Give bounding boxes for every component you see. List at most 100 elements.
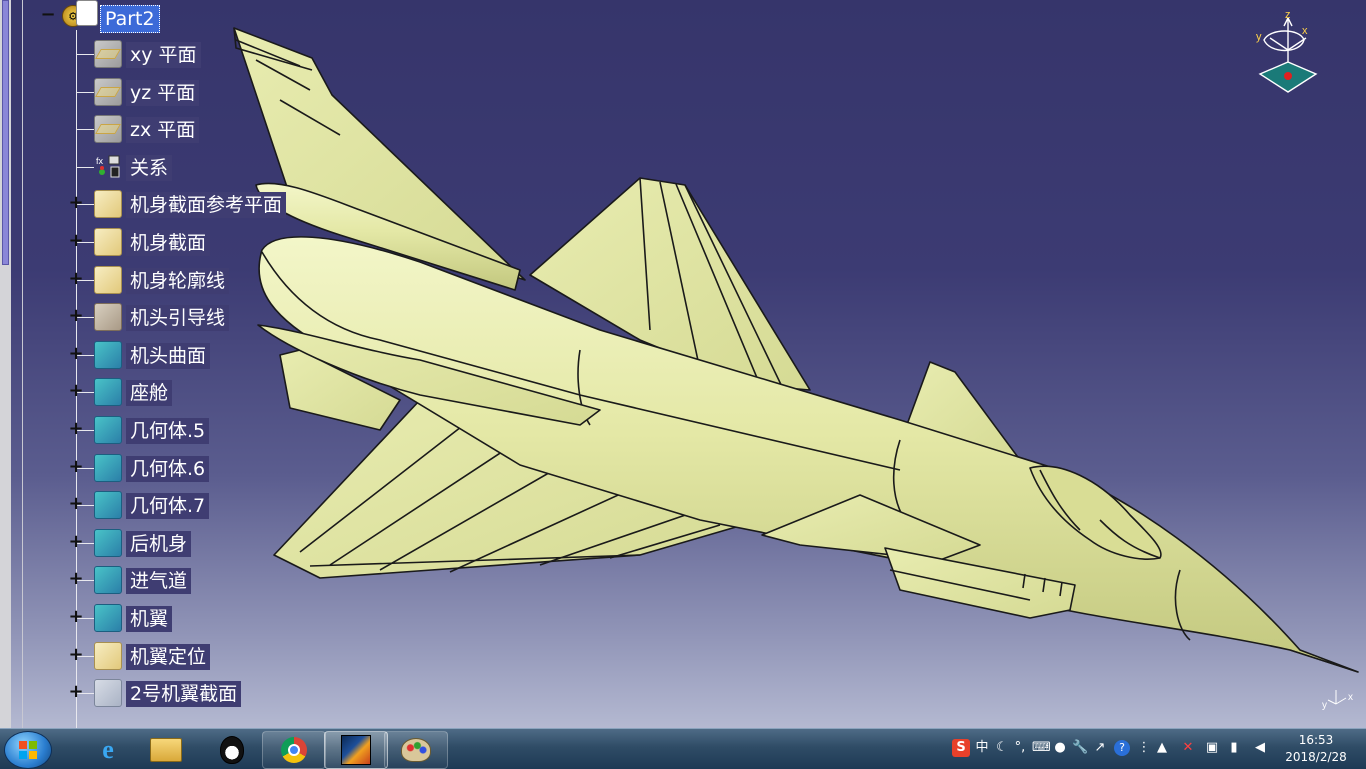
- clock-date: 2018/2/28: [1285, 750, 1347, 764]
- user-icon[interactable]: ●: [1052, 739, 1068, 757]
- tree-item-label[interactable]: 几何体.7: [126, 493, 210, 519]
- paint-icon[interactable]: [384, 731, 448, 769]
- tree-item-label[interactable]: 机翼定位: [126, 644, 211, 670]
- expand-icon[interactable]: +: [68, 232, 84, 250]
- tree-item-label[interactable]: 机身截面参考平面: [126, 192, 287, 218]
- tree-item[interactable]: + 机头引导线: [0, 303, 320, 333]
- tree-item-label[interactable]: 机头引导线: [126, 305, 230, 331]
- ie-icon[interactable]: e: [76, 731, 140, 769]
- tree-item[interactable]: + 机身截面参考平面: [0, 190, 320, 220]
- expand-icon[interactable]: +: [68, 345, 84, 363]
- windows-logo-icon: [19, 741, 37, 759]
- svg-text:fx: fx: [96, 156, 104, 166]
- show-hidden-icons[interactable]: ▲: [1154, 739, 1170, 757]
- axis-triad-mini: x y: [1322, 690, 1353, 711]
- expand-icon[interactable]: +: [68, 495, 84, 513]
- network-error-icon[interactable]: ✕: [1180, 739, 1196, 757]
- sogou-ime-icon[interactable]: S: [952, 739, 970, 757]
- tree-item[interactable]: + 机身轮廓线: [0, 266, 320, 296]
- signal-icon[interactable]: ▮: [1226, 739, 1242, 757]
- share-icon[interactable]: ↗: [1092, 739, 1108, 757]
- tree-connector: [76, 54, 94, 55]
- tree-root[interactable]: − ⚙ Part2: [0, 0, 200, 33]
- plane-icon: [94, 115, 122, 143]
- tree-item[interactable]: + 进气道: [0, 566, 320, 596]
- dropdown-icon[interactable]: ⋮: [1136, 739, 1152, 757]
- keyboard-icon[interactable]: ⌨: [1032, 739, 1051, 757]
- explorer-icon[interactable]: [134, 731, 198, 769]
- tree-item[interactable]: + 机头曲面: [0, 341, 320, 371]
- start-button[interactable]: [4, 731, 52, 769]
- tree-connector: [76, 167, 94, 168]
- compass-x-label: x: [1302, 25, 1308, 37]
- plane-icon: [94, 78, 122, 106]
- tree-connector: [76, 129, 94, 130]
- tree-item[interactable]: + 几何体.7: [0, 491, 320, 521]
- tree-item-label[interactable]: 后机身: [126, 531, 192, 557]
- expand-icon[interactable]: +: [68, 194, 84, 212]
- relations-icon: fx: [94, 153, 122, 181]
- tree-item[interactable]: + 几何体.6: [0, 454, 320, 484]
- usb-icon[interactable]: ▣: [1204, 739, 1220, 757]
- tree-item-label[interactable]: 座舱: [126, 380, 173, 406]
- body-icon: [94, 378, 122, 406]
- tree-item-label[interactable]: zx 平面: [126, 117, 200, 143]
- tree-root-label[interactable]: Part2: [100, 5, 160, 33]
- volume-icon[interactable]: ◀: [1252, 739, 1268, 757]
- chrome-icon[interactable]: [262, 731, 326, 769]
- compass-z-label: z: [1285, 10, 1291, 21]
- body-icon: [94, 491, 122, 519]
- tree-item-label[interactable]: 关系: [126, 155, 173, 181]
- expand-icon[interactable]: +: [68, 570, 84, 588]
- expand-icon[interactable]: +: [68, 270, 84, 288]
- tree-item-label[interactable]: 机翼: [126, 606, 173, 632]
- mini-axis-x: x: [1348, 692, 1353, 703]
- tree-item-label[interactable]: 进气道: [126, 568, 192, 594]
- expand-icon[interactable]: +: [68, 683, 84, 701]
- wrench-icon[interactable]: 🔧: [1072, 739, 1088, 757]
- geometrical-set-icon: [94, 266, 122, 294]
- catia-icon[interactable]: [324, 731, 388, 769]
- specification-tree: − ⚙ Part2 xy 平面 yz 平面 zx 平面 fx 关系 + 机身截面参考平面 + 机…: [0, 0, 320, 728]
- expand-icon[interactable]: +: [68, 646, 84, 664]
- tree-item-label[interactable]: 机身轮廓线: [126, 268, 230, 294]
- collapse-icon[interactable]: −: [40, 6, 56, 24]
- tree-item[interactable]: fx 关系: [0, 153, 320, 183]
- tree-item[interactable]: + 机身截面: [0, 228, 320, 258]
- expand-icon[interactable]: +: [68, 458, 84, 476]
- tree-item[interactable]: yz 平面: [0, 78, 320, 108]
- body-icon: [94, 604, 122, 632]
- compass-y-label: y: [1256, 31, 1262, 43]
- tree-item-label[interactable]: yz 平面: [126, 80, 200, 106]
- clock-time: 16:53: [1298, 733, 1334, 747]
- compass-widget[interactable]: z y x: [1248, 10, 1320, 100]
- body-icon: [94, 566, 122, 594]
- help-icon[interactable]: ?: [1114, 740, 1130, 756]
- tree-item[interactable]: + 几何体.5: [0, 416, 320, 446]
- expand-icon[interactable]: +: [68, 608, 84, 626]
- tree-item[interactable]: + 座舱: [0, 378, 320, 408]
- tree-item[interactable]: + 后机身: [0, 529, 320, 559]
- tree-item-label[interactable]: 几何体.6: [126, 456, 210, 482]
- expand-icon[interactable]: +: [68, 533, 84, 551]
- geometrical-set-icon: [94, 228, 122, 256]
- tree-item[interactable]: zx 平面: [0, 115, 320, 145]
- tree-item-label[interactable]: 机身截面: [126, 230, 211, 256]
- punctuation-icon[interactable]: °,: [1012, 739, 1028, 757]
- expand-icon[interactable]: +: [68, 420, 84, 438]
- clock[interactable]: 16:53 2018/2/28: [1276, 732, 1356, 766]
- qq-icon[interactable]: [200, 731, 264, 769]
- expand-icon[interactable]: +: [68, 382, 84, 400]
- tree-item[interactable]: +2号机翼截面: [0, 679, 320, 709]
- expand-icon[interactable]: +: [68, 307, 84, 325]
- tree-item-label[interactable]: 2号机翼截面: [126, 681, 242, 707]
- tree-item-label[interactable]: 几何体.5: [126, 418, 210, 444]
- tree-item-label[interactable]: xy 平面: [126, 42, 201, 68]
- moon-icon[interactable]: ☾: [994, 739, 1010, 757]
- tree-item[interactable]: + 机翼: [0, 604, 320, 634]
- part-icon: [76, 0, 98, 26]
- tree-item-label[interactable]: 机头曲面: [126, 343, 211, 369]
- tree-item[interactable]: xy 平面: [0, 40, 320, 70]
- tree-item[interactable]: + 机翼定位: [0, 642, 320, 672]
- ime-language-indicator[interactable]: 中: [974, 739, 990, 757]
